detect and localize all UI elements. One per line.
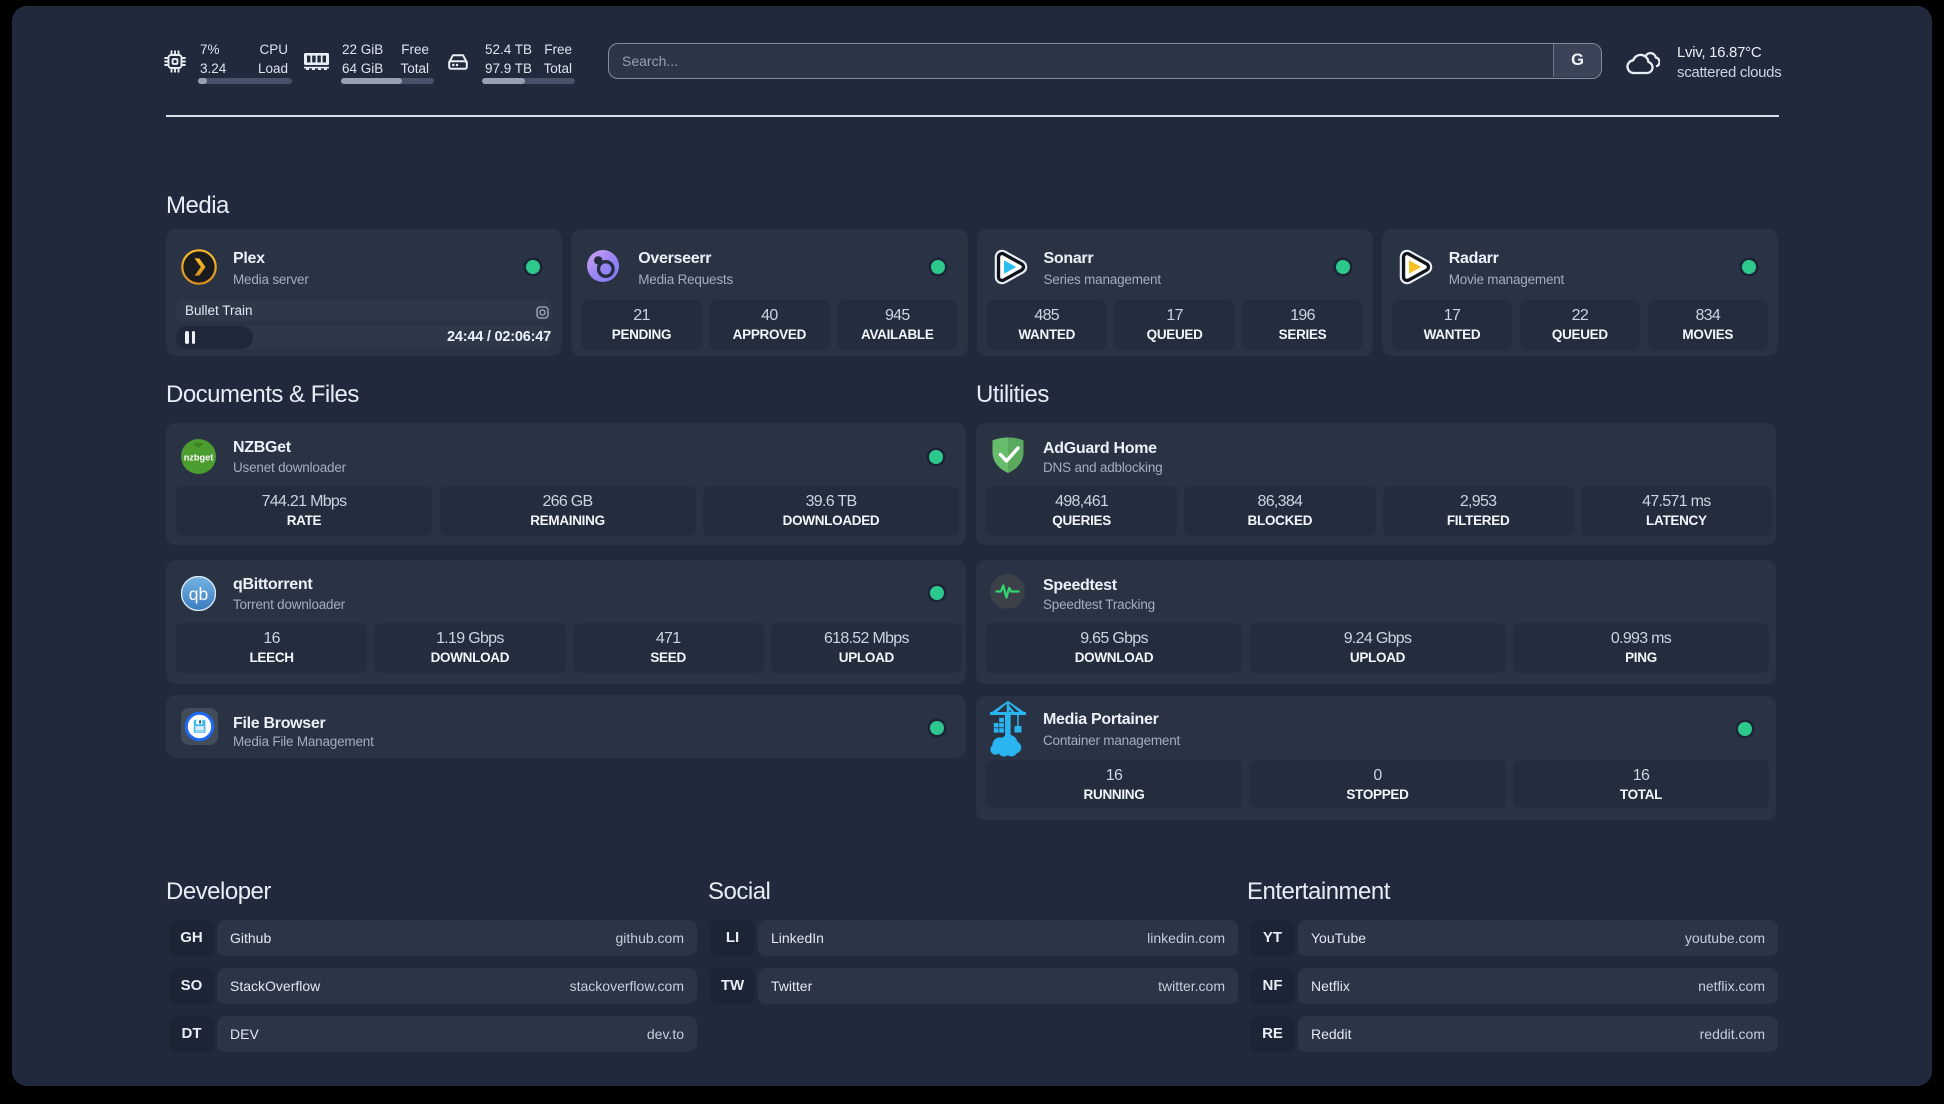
svg-text:qb: qb	[189, 584, 208, 604]
svg-text:nzbget: nzbget	[184, 453, 214, 463]
